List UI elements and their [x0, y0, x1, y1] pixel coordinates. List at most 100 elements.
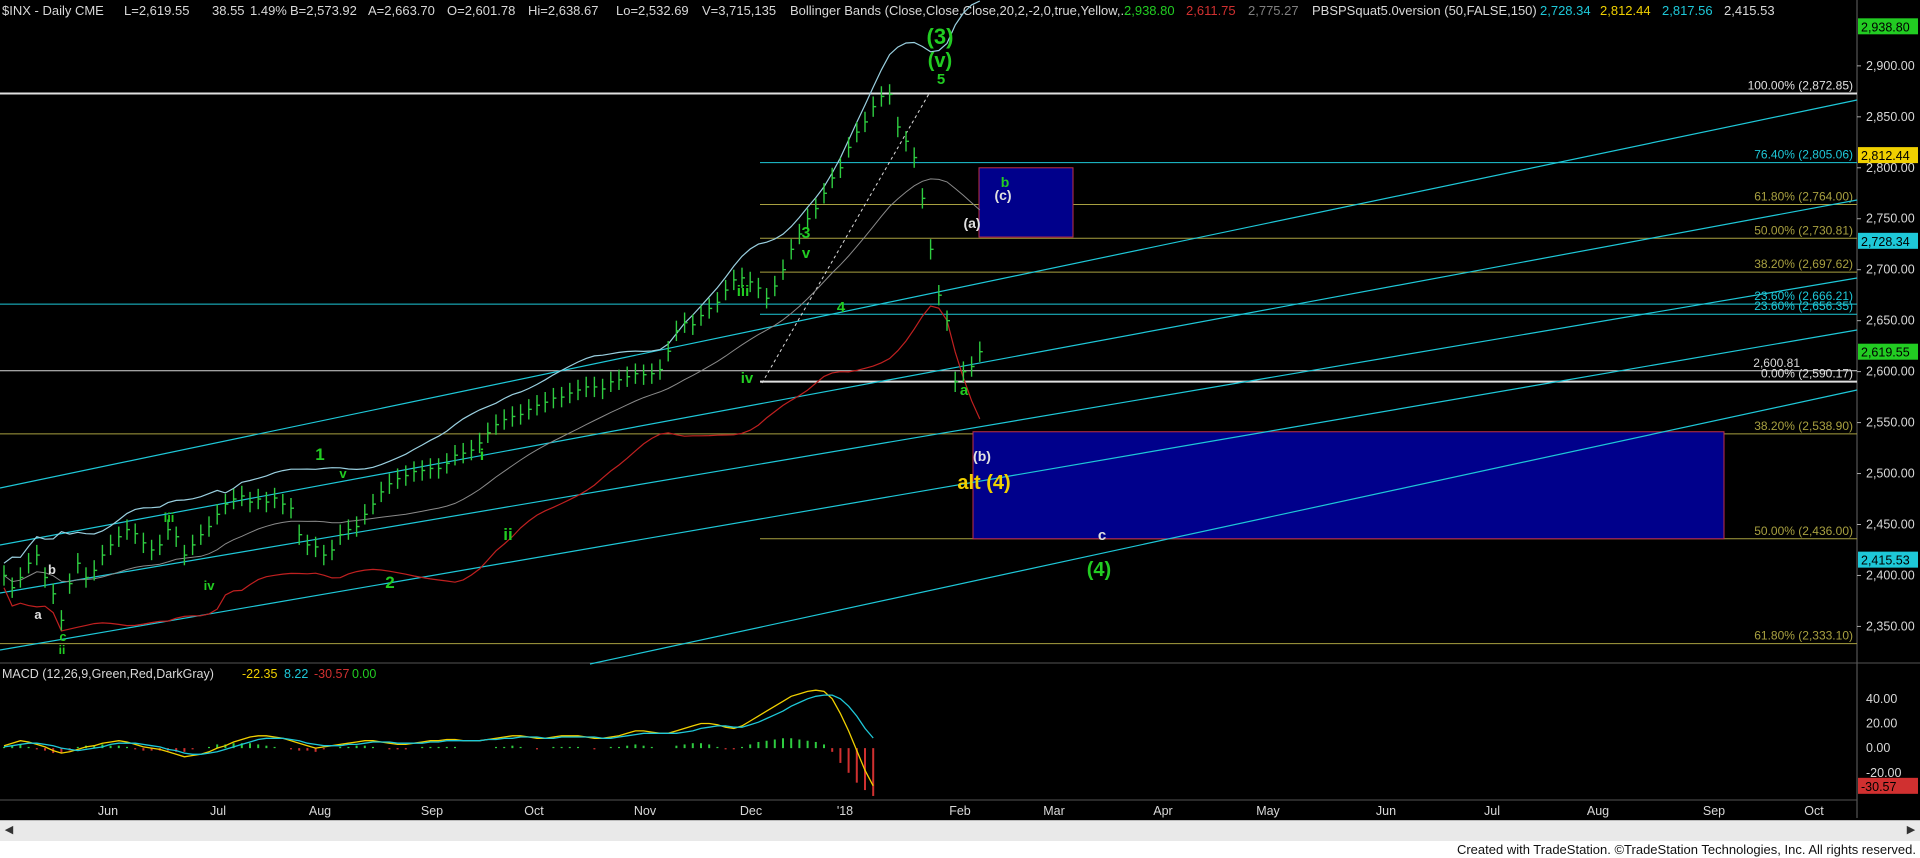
time-tick-label: Sep — [1703, 804, 1725, 818]
wave-label: iii — [164, 510, 175, 525]
price-tick-label: 2,650.00 — [1866, 314, 1915, 328]
macd-value-4: 0.00 — [352, 667, 376, 681]
trend-channels — [0, 91, 1858, 665]
pct-change: 1.49% — [250, 3, 287, 18]
time-tick-label: Oct — [524, 804, 544, 818]
fib-label: 61.80% (2,333.10) — [1754, 629, 1853, 643]
time-tick-label: May — [1256, 804, 1280, 818]
volume: V=3,715,135 — [702, 3, 776, 18]
wave-label: 3 — [802, 225, 811, 242]
time-tick-label: Jul — [1484, 804, 1500, 818]
price-header: $INX - Daily CME L=2,619.55 38.55 1.49% … — [2, 3, 1775, 18]
price-tick-label: 2,900.00 — [1866, 59, 1915, 73]
price-tick-label: 2,550.00 — [1866, 416, 1915, 430]
last-price: L=2,619.55 — [124, 3, 189, 18]
wave-label: ii — [503, 525, 512, 544]
fib-label: 61.80% (2,764.00) — [1754, 189, 1853, 203]
bollinger-bands — [3, 0, 981, 632]
wave-label: a — [34, 607, 42, 622]
net-change: 38.55 — [212, 3, 245, 18]
horizontal-scrollbar[interactable]: ◀ ▶ — [0, 820, 1920, 841]
price-chart: $INX - Daily CME L=2,619.55 38.55 1.49% … — [0, 0, 1920, 818]
wave-label: ii — [59, 643, 66, 657]
wave-label: 1 — [315, 445, 324, 464]
price-marker-label: 2,619.55 — [1861, 346, 1910, 360]
pbs-label: PBSPSquat5.0version (50,FALSE,150) — [1312, 3, 1537, 18]
time-tick-label: Nov — [634, 804, 657, 818]
wave-label: c — [59, 629, 66, 644]
price-tick-label: 2,350.00 — [1866, 619, 1915, 633]
bb-value-1: 2,938.80 — [1124, 3, 1175, 18]
macd-tick-label: 20.00 — [1866, 716, 1897, 730]
pbs-value-4: 2,415.53 — [1724, 3, 1775, 18]
price-tick-label: 2,500.00 — [1866, 467, 1915, 481]
time-tick-label: Jul — [210, 804, 226, 818]
price-marker-label: 2,812.44 — [1861, 149, 1910, 163]
open-price: O=2,601.78 — [447, 3, 515, 18]
macd-value-2: 8.22 — [284, 667, 308, 681]
wave-label: b — [48, 562, 56, 577]
trend-dashed-line — [761, 91, 931, 384]
wave-label: iv — [204, 578, 216, 593]
macd-value-1: -22.35 — [242, 667, 277, 681]
fib-label: 23.60% (2,656.35) — [1754, 299, 1853, 313]
wave-4-box — [972, 431, 1725, 540]
b-wave-box — [978, 167, 1074, 238]
fibonacci-levels: 100.00% (2,872.85) 76.40% (2,805.06) 61.80… — [0, 79, 1857, 645]
bid-price: B=2,573.92 — [290, 3, 357, 18]
price-markers: 2,938.80 2,812.44 2,728.34 2,619.55 2,415.53 — [1858, 18, 1918, 568]
macd-label: MACD (12,26,9,Green,Red,DarkGray) — [2, 667, 214, 681]
wave-label: iv — [741, 370, 754, 387]
scroll-right-icon[interactable]: ▶ — [1904, 823, 1918, 837]
macd-value-3: -30.57 — [314, 667, 349, 681]
macd-tick-label: 0.00 — [1866, 741, 1890, 755]
wave-label: (c) — [994, 187, 1011, 203]
price-tick-label: 2,450.00 — [1866, 518, 1915, 532]
bb-label: Bollinger Bands (Close,Close,Close,20,2,… — [790, 3, 1131, 18]
fib-label: 100.00% (2,872.85) — [1748, 79, 1853, 93]
high-price: Hi=2,638.67 — [528, 3, 598, 18]
fib-label: 50.00% (2,436.00) — [1754, 524, 1853, 538]
upper-band — [3, 0, 981, 564]
fib-label: 38.20% (2,538.90) — [1754, 419, 1853, 433]
wave-label: 5 — [937, 71, 945, 88]
wave-label: c — [1098, 527, 1106, 544]
wave-label: alt (4) — [957, 472, 1010, 494]
price-marker-label: 2,415.53 — [1861, 554, 1910, 568]
macd-line — [3, 689, 874, 787]
fib-label: 38.20% (2,697.62) — [1754, 257, 1853, 271]
macd-tick-label: -20.00 — [1866, 766, 1901, 780]
channel-line — [0, 99, 1858, 489]
middle-band — [3, 178, 981, 583]
scroll-left-icon[interactable]: ◀ — [2, 823, 16, 837]
price-marker-label: 2,938.80 — [1861, 20, 1910, 34]
time-tick-label: Jun — [1376, 804, 1396, 818]
ask-price: A=2,663.70 — [368, 3, 435, 18]
fib-label: 76.40% (2,805.06) — [1754, 148, 1853, 162]
time-tick-label: Dec — [740, 804, 762, 818]
lower-band — [3, 305, 981, 632]
price-tick-label: 2,700.00 — [1866, 263, 1915, 277]
wave-label: 4 — [837, 299, 846, 316]
wave-labels: (3)(v)53viii4iv1viiiiiiiv 2iiabc(4)(a)(c)… — [34, 24, 1111, 657]
bb-value-3: 2,775.27 — [1248, 3, 1299, 18]
price-marker-label: 2,728.34 — [1861, 235, 1910, 249]
macd-panel: 40.00 20.00 0.00 -20.00-30.57 — [3, 689, 1918, 796]
footer: Created with TradeStation. ©TradeStation… — [0, 841, 1920, 858]
time-tick-label: '18 — [837, 804, 853, 818]
time-tick-label: Feb — [949, 804, 971, 818]
time-tick-label: Sep — [421, 804, 443, 818]
time-axis: Jun Jul Aug Sep Oct Nov Dec '18 Feb Mar Apr May Jun J… — [98, 804, 1824, 818]
pbs-value-1: 2,728.34 — [1540, 3, 1591, 18]
fib-label: 50.00% (2,730.81) — [1754, 223, 1853, 237]
wave-label: a — [960, 382, 969, 399]
macd-tick-label: 40.00 — [1866, 692, 1897, 706]
wave-label: (v) — [928, 50, 952, 72]
time-tick-label: Apr — [1153, 804, 1172, 818]
low-price: Lo=2,532.69 — [616, 3, 689, 18]
wave-label: 2 — [385, 573, 394, 592]
pbs-value-3: 2,817.56 — [1662, 3, 1713, 18]
wave-label: (4) — [1087, 559, 1111, 581]
price-tick-label: 2,600.00 — [1866, 365, 1915, 379]
wave-label: v — [802, 245, 811, 262]
